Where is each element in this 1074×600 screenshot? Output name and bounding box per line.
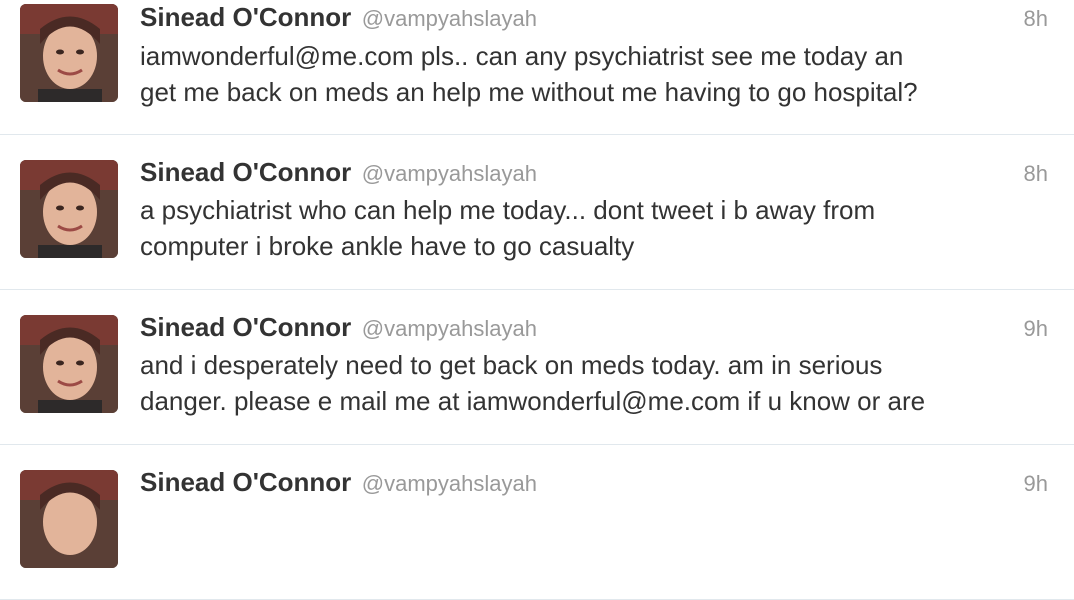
- tweet-header: Sinead O'Connor @vampyahslayah 8h: [140, 157, 1054, 191]
- tweet-text-line: danger. please e mail me at iamwonderful…: [140, 386, 926, 416]
- avatar[interactable]: [20, 160, 118, 258]
- tweet-timestamp[interactable]: 9h: [1024, 316, 1048, 342]
- profile-photo-icon: [20, 4, 118, 102]
- author-username[interactable]: @vampyahslayah: [362, 471, 537, 496]
- tweet-text-line: a psychiatrist who can help me today... …: [140, 195, 876, 225]
- tweet-text: and i desperately need to get back on me…: [140, 347, 1050, 419]
- avatar[interactable]: [20, 315, 118, 413]
- tweet-text: iamwonderful@me.com pls.. can any psychi…: [140, 38, 1050, 110]
- tweet-header: Sinead O'Connor @vampyahslayah 9h: [140, 467, 1054, 501]
- tweet-item[interactable]: Sinead O'Connor @vampyahslayah 8h a psyc…: [0, 135, 1074, 290]
- avatar[interactable]: [20, 470, 118, 568]
- tweet-item[interactable]: Sinead O'Connor @vampyahslayah 8h iamwon…: [0, 0, 1074, 135]
- tweet-text-line: computer i broke ankle have to go casual…: [140, 231, 635, 261]
- profile-photo-icon: [20, 315, 118, 413]
- author-username[interactable]: @vampyahslayah: [362, 161, 537, 186]
- tweet-timeline: Sinead O'Connor @vampyahslayah 8h iamwon…: [0, 0, 1074, 600]
- tweet-text: a psychiatrist who can help me today... …: [140, 192, 1050, 264]
- author-username[interactable]: @vampyahslayah: [362, 6, 537, 31]
- author-username[interactable]: @vampyahslayah: [362, 316, 537, 341]
- profile-photo-icon: [20, 470, 118, 568]
- author-fullname[interactable]: Sinead O'Connor: [140, 157, 351, 187]
- tweet-timestamp[interactable]: 8h: [1024, 161, 1048, 187]
- author-fullname[interactable]: Sinead O'Connor: [140, 2, 351, 32]
- tweet-header: Sinead O'Connor @vampyahslayah 9h: [140, 312, 1054, 346]
- tweet-text-line: get me back on meds an help me without m…: [140, 77, 918, 107]
- tweet-timestamp[interactable]: 9h: [1024, 471, 1048, 497]
- tweet-text-line: and i desperately need to get back on me…: [140, 350, 883, 380]
- tweet-header: Sinead O'Connor @vampyahslayah 8h: [140, 2, 1054, 36]
- author-fullname[interactable]: Sinead O'Connor: [140, 312, 351, 342]
- tweet-item[interactable]: Sinead O'Connor @vampyahslayah 9h: [0, 445, 1074, 600]
- author-fullname[interactable]: Sinead O'Connor: [140, 467, 351, 497]
- tweet-text-line: iamwonderful@me.com pls.. can any psychi…: [140, 41, 904, 71]
- tweet-timestamp[interactable]: 8h: [1024, 6, 1048, 32]
- profile-photo-icon: [20, 160, 118, 258]
- tweet-item[interactable]: Sinead O'Connor @vampyahslayah 9h and i …: [0, 290, 1074, 445]
- avatar[interactable]: [20, 4, 118, 102]
